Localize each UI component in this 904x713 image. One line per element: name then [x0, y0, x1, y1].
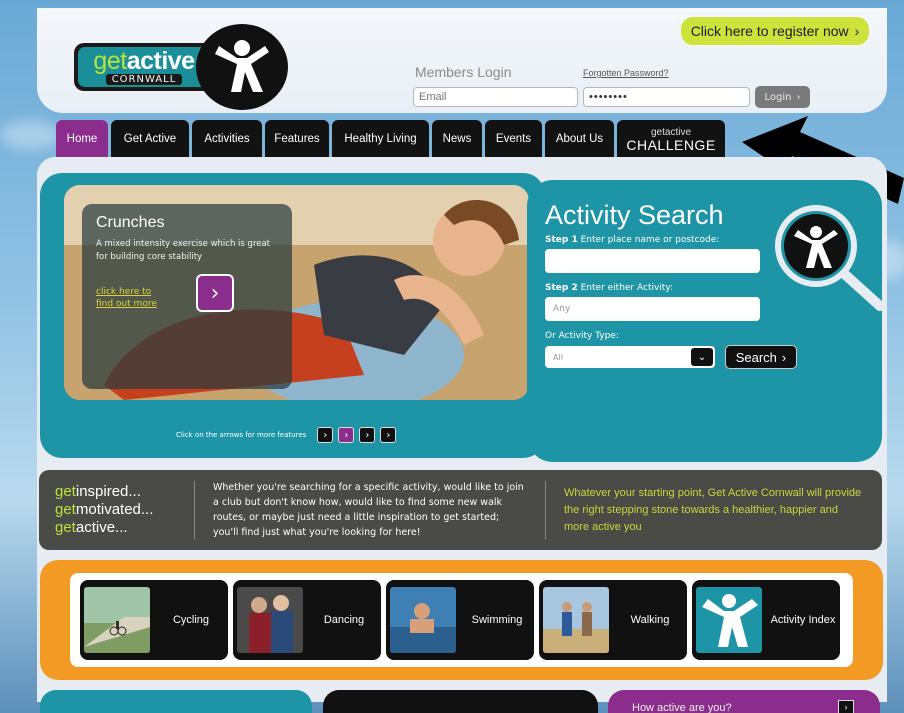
slogan-prefix: get	[55, 501, 76, 518]
register-button[interactable]: Click here to register now ›	[681, 17, 869, 45]
main-nav: Home Get Active Activities Features Heal…	[56, 120, 725, 157]
activity-label: Dancing	[323, 614, 365, 626]
logo-get-text: get	[93, 47, 127, 75]
feature-title: Crunches	[96, 214, 165, 231]
activity-index-icon	[696, 587, 762, 653]
place-input[interactable]	[545, 249, 760, 273]
activity-type-value: All	[553, 352, 563, 362]
slogan-prefix: get	[55, 483, 76, 500]
search-button-label: Search	[735, 349, 777, 365]
nav-item-get-active[interactable]: Get Active	[111, 120, 189, 157]
feature-dot-2[interactable]: ›	[338, 427, 355, 443]
email-field[interactable]: Email	[413, 87, 578, 107]
nav-item-events[interactable]: Events	[485, 120, 542, 157]
arrows-label: Click on the arrows for more features	[176, 431, 307, 439]
swimming-photo	[390, 587, 456, 653]
challenge-big-text: CHALLENGE	[626, 136, 716, 153]
activity-input[interactable]: Any	[545, 297, 760, 321]
step2-bold: Step 2	[545, 283, 578, 293]
activity-label: Swimming	[471, 614, 523, 626]
inspire-slogan: getinspired... getmotivated... getactive…	[39, 483, 194, 537]
logo-figure-icon	[196, 24, 288, 110]
password-field[interactable]: ••••••••	[583, 87, 750, 107]
chevron-down-icon: ⌄	[691, 348, 713, 366]
chevron-right-icon: ›	[854, 23, 860, 39]
step2-text: Enter either Activity:	[580, 283, 674, 293]
bottom-panel-teal	[40, 690, 312, 713]
feature-info-box: Crunches A mixed intensity exercise whic…	[82, 204, 292, 389]
inspire-description: Whether you're searching for a specific …	[213, 482, 524, 538]
activity-type-label: Or Activity Type:	[545, 331, 619, 341]
magnifier-icon	[775, 205, 882, 311]
slogan-prefix: get	[55, 519, 76, 536]
inspire-strip: getinspired... getmotivated... getactive…	[39, 470, 882, 550]
feature-dot-4[interactable]: ›	[380, 427, 397, 443]
dancing-photo	[237, 587, 303, 653]
login-button[interactable]: Login ›	[755, 86, 810, 108]
feature-dot-3[interactable]: ›	[359, 427, 376, 443]
register-label: Click here to register now	[690, 23, 849, 39]
slogan-word: motivated...	[75, 501, 154, 518]
activity-label: Cycling	[172, 614, 210, 626]
feature-dot-1[interactable]: ›	[317, 427, 334, 443]
search-button[interactable]: Search ›	[725, 345, 797, 369]
activity-type-select[interactable]: All ⌄	[545, 346, 715, 368]
forgot-password-link[interactable]: Forgotten Password?	[583, 68, 669, 78]
feature-link[interactable]: click here to find out more	[96, 286, 166, 310]
logo-active-text: active	[126, 47, 195, 75]
cycling-photo	[84, 587, 150, 653]
bottom-panel-black	[323, 690, 598, 713]
slogan-word: active...	[75, 519, 128, 536]
walking-photo	[543, 587, 609, 653]
step1-text: Enter place name or postcode:	[580, 235, 720, 245]
chevron-right-icon: ›	[796, 91, 801, 103]
slogan-word: inspired...	[75, 483, 141, 500]
activity-card-walking[interactable]: Walking	[539, 580, 687, 660]
inspire-tagline: Whatever your starting point, Get Active…	[564, 486, 862, 533]
feature-arrows-bar: Click on the arrows for more features › …	[152, 415, 444, 455]
activity-label: Walking	[630, 614, 670, 626]
nav-item-activities[interactable]: Activities	[192, 120, 262, 157]
chevron-right-icon: ›	[210, 280, 220, 306]
nav-item-healthy-living[interactable]: Healthy Living	[332, 120, 429, 157]
chevron-right-icon: ›	[781, 349, 787, 365]
how-active-panel[interactable]: How active are you? ›	[608, 690, 880, 713]
nav-item-home[interactable]: Home	[56, 120, 108, 157]
logo-county-text: CORNWALL	[105, 74, 183, 85]
step1-bold: Step 1	[545, 235, 578, 245]
activity-card-dancing[interactable]: Dancing	[233, 580, 381, 660]
activity-card-cycling[interactable]: Cycling	[80, 580, 228, 660]
login-label: Login	[764, 91, 792, 103]
nav-item-news[interactable]: News	[432, 120, 482, 157]
nav-item-features[interactable]: Features	[265, 120, 329, 157]
cloud	[0, 120, 60, 150]
chevron-right-icon: ›	[838, 700, 854, 713]
feature-next-button[interactable]: ›	[196, 274, 234, 312]
nav-item-challenge[interactable]: getactive CHALLENGE	[617, 120, 725, 157]
site-logo[interactable]: getactive CORNWALL	[74, 43, 214, 91]
nav-item-about-us[interactable]: About Us	[545, 120, 614, 157]
activity-label: Activity Index	[770, 614, 836, 626]
activity-card-swimming[interactable]: Swimming	[386, 580, 534, 660]
how-active-label: How active are you?	[632, 702, 732, 713]
feature-description: A mixed intensity exercise which is grea…	[96, 239, 271, 262]
activities-strip: Cycling Dancing Swimming Walking Activit…	[40, 560, 883, 680]
activity-card-index[interactable]: Activity Index	[692, 580, 840, 660]
members-login-title: Members Login	[415, 64, 512, 80]
